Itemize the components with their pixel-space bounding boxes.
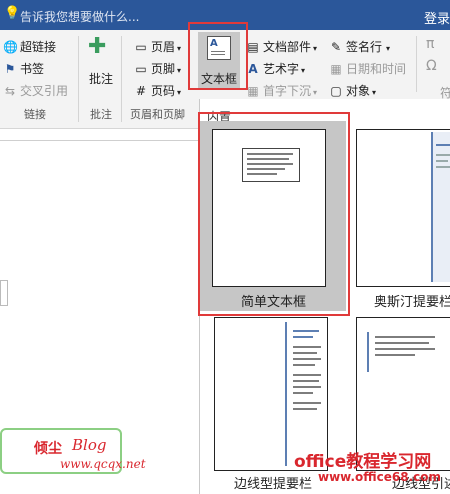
comment-button[interactable]: ✚: [88, 34, 114, 60]
links-group-label: 链接: [24, 108, 46, 121]
equation-button[interactable]: π: [426, 36, 434, 52]
quick-parts-label: 文档部件: [263, 40, 312, 54]
date-time-label: 日期和时间: [346, 62, 407, 76]
page-number-button[interactable]: # 页码 ▾: [134, 82, 181, 99]
bookmark-label: 书签: [20, 62, 45, 76]
hyperlink-label: 超链接: [20, 40, 57, 54]
tell-me-search[interactable]: 告诉我您想要做什么...: [20, 8, 139, 25]
chevron-down-icon: ▾: [386, 44, 391, 53]
object-icon: ▢: [330, 84, 342, 98]
blog-watermark-url: www.qcqx.net: [60, 457, 146, 471]
quick-parts-icon: ▤: [247, 40, 259, 54]
bookmark-button[interactable]: ⚑ 书签: [3, 60, 44, 77]
signature-pen-icon: ✎: [330, 40, 342, 54]
object-label: 对象: [346, 84, 371, 98]
footer-button[interactable]: ▭ 页脚 ▾: [134, 60, 181, 77]
group-divider: [78, 36, 79, 122]
cross-reference-icon: ⇆: [4, 84, 16, 98]
preview-quote: [367, 332, 449, 372]
header-page-icon: ▭: [135, 40, 147, 54]
chevron-down-icon: ▾: [313, 44, 318, 53]
gallery-highlight-frame: [198, 112, 350, 316]
header-footer-group-label: 页眉和页脚: [130, 108, 185, 121]
tile-preview-page: [356, 129, 450, 287]
hyperlink-button[interactable]: 🌐 超链接: [3, 38, 56, 55]
chevron-down-icon: ▾: [372, 88, 377, 97]
footer-page-icon: ▭: [135, 62, 147, 76]
textbox-highlight-frame: [188, 22, 248, 90]
chevron-down-icon: ▾: [177, 88, 182, 97]
quick-parts-button[interactable]: ▤ 文档部件 ▾: [246, 38, 317, 55]
wordart-icon: A: [248, 62, 258, 76]
lightbulb-icon: 💡: [4, 6, 21, 21]
drop-cap-button[interactable]: ▦ 首字下沉 ▾: [246, 82, 317, 99]
page-number-label: 页码: [151, 84, 176, 98]
comment-label: 批注: [89, 72, 114, 86]
chevron-down-icon: ▾: [177, 44, 182, 53]
blog-watermark-blog: Blog: [72, 436, 107, 454]
comments-group-label: 批注: [90, 108, 112, 121]
drop-cap-label: 首字下沉: [263, 84, 312, 98]
signature-line-label: 签名行: [346, 40, 383, 54]
footer-label: 页脚: [151, 62, 176, 76]
login-button[interactable]: 登录: [424, 8, 450, 27]
group-divider: [416, 36, 417, 92]
cross-reference-label: 交叉引用: [20, 84, 69, 98]
calendar-icon: ▦: [330, 62, 342, 76]
office-watermark-title: office教程学习网: [294, 452, 432, 472]
bookmark-flag-icon: ⚑: [4, 62, 16, 76]
group-divider: [121, 36, 122, 122]
tile-label-austin-sidebar: 奥斯汀提要栏: [374, 295, 450, 310]
blog-watermark-name: 倾尘: [34, 441, 62, 457]
document-ruler-line: [0, 140, 199, 141]
tile-label-sideline-sidebar: 边线型提要栏: [234, 477, 313, 492]
object-button[interactable]: ▢ 对象 ▾: [329, 82, 376, 99]
new-comment-icon: ✚: [88, 34, 107, 59]
globe-link-icon: 🌐: [3, 40, 18, 54]
preview-sideline: [285, 322, 327, 466]
chevron-down-icon: ▾: [301, 66, 306, 75]
date-time-button[interactable]: ▦ 日期和时间: [329, 60, 406, 77]
wordart-label: 艺术字: [263, 62, 300, 76]
drop-cap-icon: ▦: [247, 84, 259, 98]
signature-line-button[interactable]: ✎ 签名行 ▾: [329, 38, 390, 55]
chevron-down-icon: ▾: [177, 66, 182, 75]
preview-sidebar: [431, 132, 450, 282]
symbol-button[interactable]: Ω: [426, 58, 437, 74]
wordart-button[interactable]: A 艺术字 ▾: [246, 60, 305, 77]
header-button[interactable]: ▭ 页眉 ▾: [134, 38, 181, 55]
document-text-box-edge: [0, 280, 8, 306]
chevron-down-icon: ▾: [313, 88, 318, 97]
cross-reference-button[interactable]: ⇆ 交叉引用: [3, 82, 68, 99]
office-watermark-url: www.office68.com: [318, 470, 442, 484]
page-number-icon: #: [135, 84, 147, 98]
header-label: 页眉: [151, 40, 176, 54]
